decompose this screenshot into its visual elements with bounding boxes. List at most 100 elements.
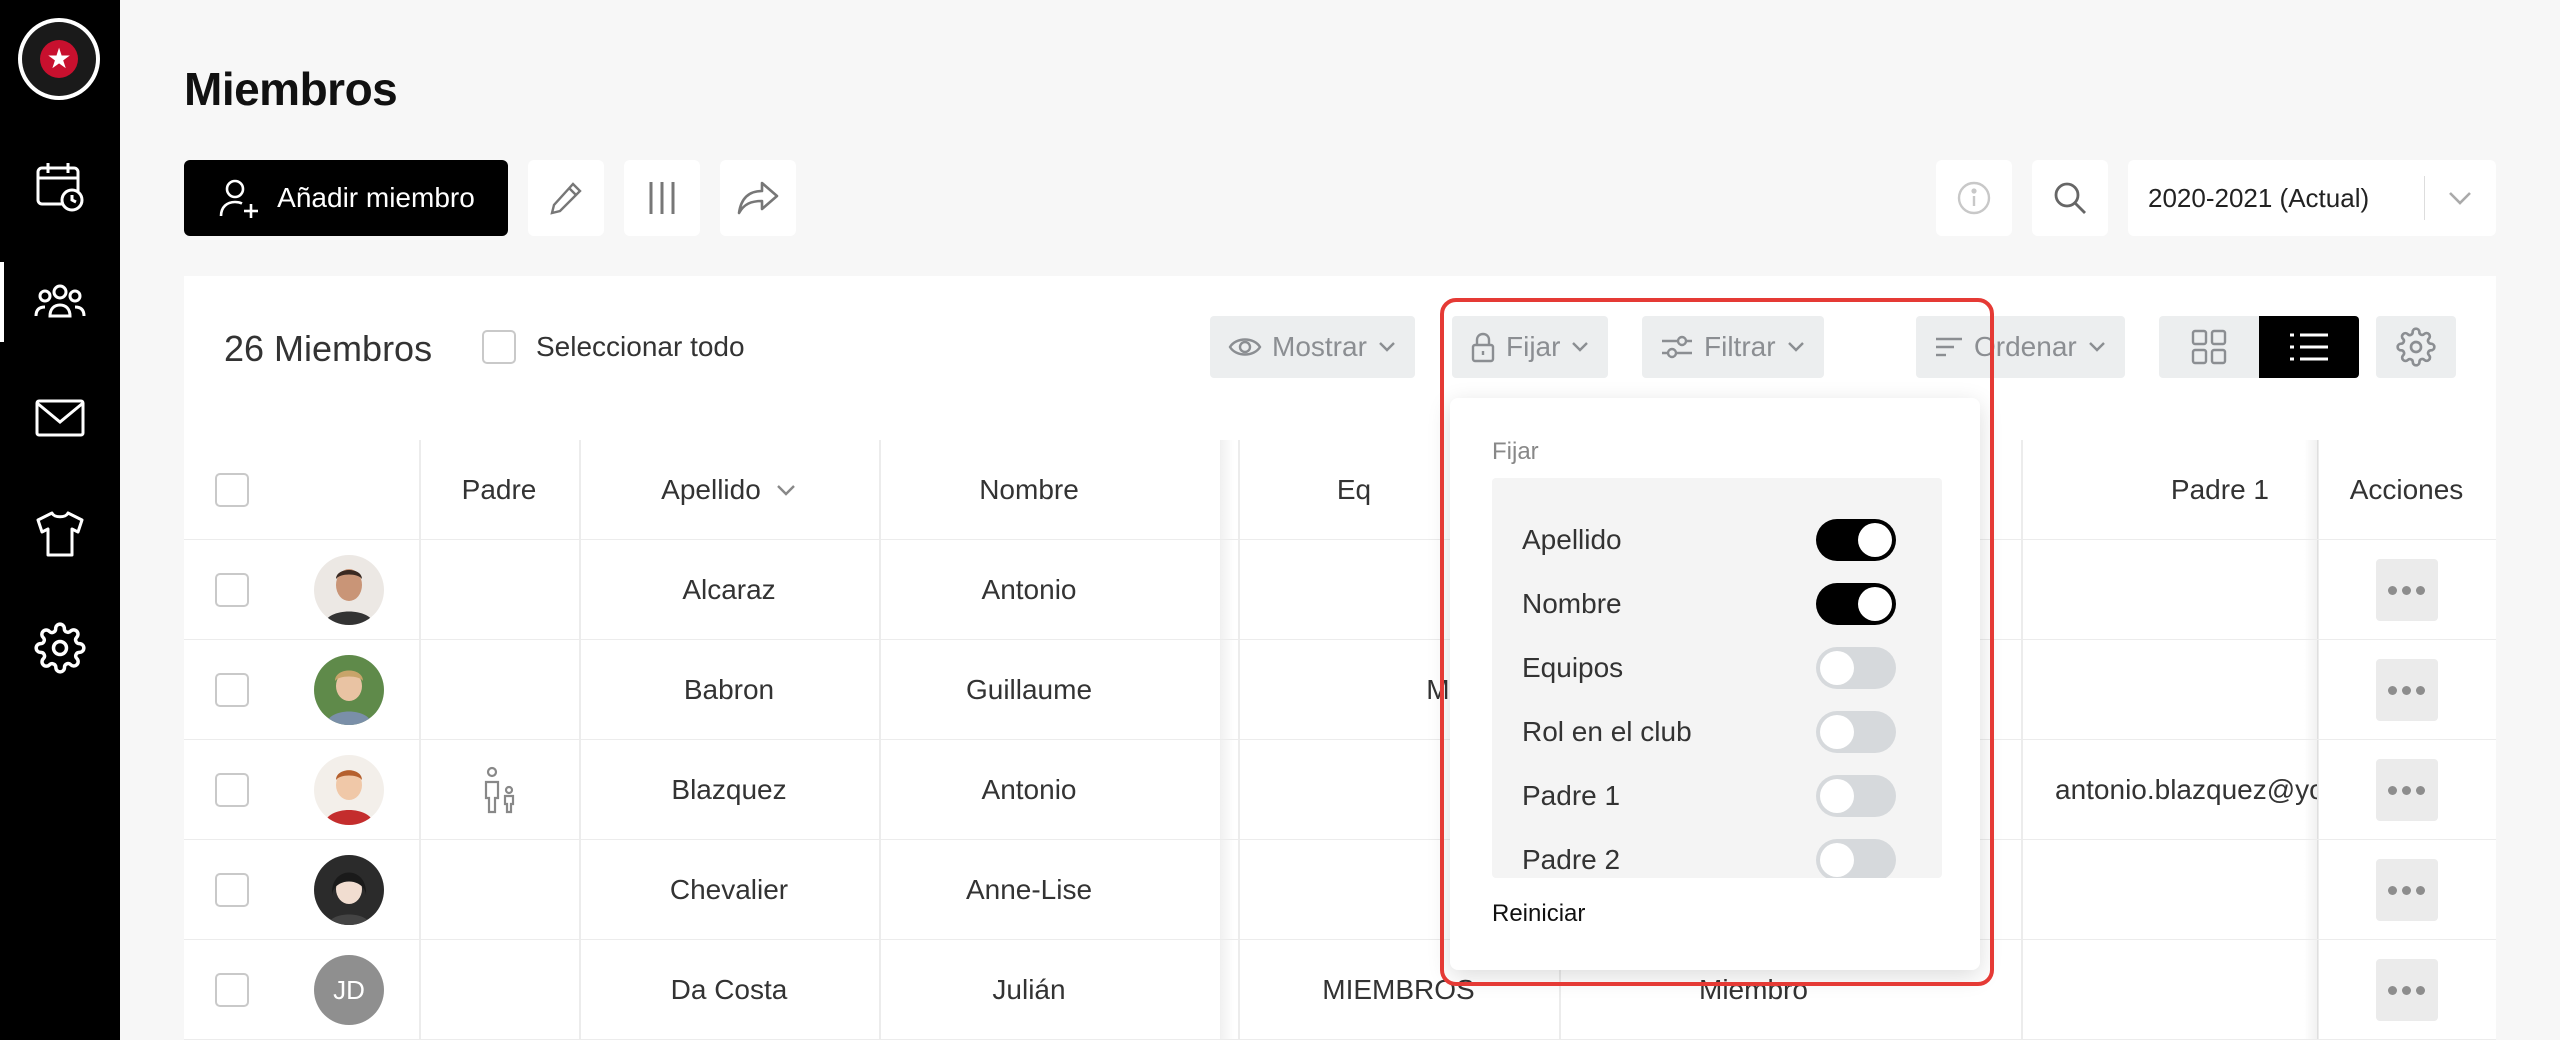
pin-option-apellido[interactable]: Apellido [1492, 508, 1942, 572]
pin-option-label: Padre 1 [1522, 780, 1621, 811]
row-actions-button[interactable] [2375, 959, 2438, 1021]
row-actions-button[interactable] [2375, 559, 2438, 621]
avatar [314, 855, 384, 925]
table-row[interactable]: Alcaraz Antonio MIE [184, 540, 2496, 640]
pin-option-padre2[interactable]: Padre 2 [1492, 828, 1942, 878]
pin-option-label: Padre 2 [1522, 844, 1621, 875]
avatar [314, 755, 384, 825]
pin-option-nombre[interactable]: Nombre [1492, 572, 1942, 636]
sidebar: ★ [0, 0, 120, 1040]
pin-toggle[interactable] [1816, 583, 1896, 625]
calendar-icon[interactable] [0, 146, 120, 226]
settings-icon[interactable] [0, 608, 120, 688]
columns-button[interactable] [624, 160, 700, 236]
column-teams[interactable]: Eq [1304, 440, 1404, 540]
last-name-cell: Babron [683, 674, 775, 705]
filter-dropdown[interactable]: Filtrar [1642, 316, 1824, 378]
search-button[interactable] [2032, 160, 2108, 236]
last-name-cell: Blazquez [671, 774, 787, 805]
edit-button[interactable] [528, 160, 604, 236]
add-member-label: Añadir miembro [277, 182, 475, 213]
first-name-cell: Anne-Lise [965, 874, 1093, 905]
chevron-down-icon [2088, 342, 2105, 352]
pin-toggle[interactable] [1816, 711, 1896, 753]
list-view-button[interactable] [2259, 316, 2359, 378]
avatar [314, 655, 384, 725]
row-checkbox[interactable] [215, 873, 249, 907]
season-select[interactable]: 2020-2021 (Actual) [2128, 160, 2496, 236]
select-all[interactable]: Seleccionar todo [482, 330, 745, 364]
grid-icon [2191, 329, 2227, 365]
pin-options-list: Apellido Nombre Equipos Rol en el club P… [1492, 478, 1942, 878]
pin-option-label: Nombre [1522, 588, 1622, 619]
columns-icon [649, 182, 675, 214]
reset-link[interactable]: Reiniciar [1492, 900, 1585, 928]
avatar [314, 555, 384, 625]
pencil-icon [550, 182, 582, 215]
pin-label: Fijar [1506, 331, 1561, 362]
row-checkbox[interactable] [215, 573, 249, 607]
pin-toggle[interactable] [1816, 839, 1896, 878]
row-checkbox[interactable] [215, 973, 249, 1007]
add-member-button[interactable]: Añadir miembro [184, 160, 508, 236]
share-button[interactable] [720, 160, 796, 236]
members-card: 26 Miembros Seleccionar todo Mostrar Fij… [184, 276, 2496, 1040]
sliders-icon [1662, 335, 1692, 359]
info-icon [1957, 181, 1991, 215]
header-checkbox[interactable] [215, 473, 249, 507]
row-actions-button[interactable] [2375, 859, 2438, 921]
select-all-label: Seleccionar todo [536, 331, 745, 362]
column-last-name[interactable]: Apellido [579, 440, 879, 540]
lock-icon [1471, 332, 1495, 363]
table-row[interactable]: Chevalier Anne-Lise MIE [184, 840, 2496, 940]
members-icon[interactable] [0, 262, 120, 342]
avatar: JD [314, 955, 384, 1025]
table-header: Padre Apellido Nombre Eq Padre 1 Accione… [184, 440, 2496, 540]
column-first-name[interactable]: Nombre [879, 440, 1179, 540]
members-table: Padre Apellido Nombre Eq Padre 1 Accione… [184, 440, 2496, 1040]
chevron-down-icon [1787, 342, 1804, 352]
select-all-checkbox[interactable] [482, 330, 516, 364]
table-settings-button[interactable] [2376, 316, 2456, 378]
parent-child-icon [484, 766, 515, 814]
mail-icon[interactable] [0, 378, 120, 458]
pin-option-equipos[interactable]: Equipos [1492, 636, 1942, 700]
chevron-down-icon [1572, 342, 1589, 352]
column-actions: Acciones [2349, 474, 2464, 505]
show-dropdown[interactable]: Mostrar [1210, 316, 1415, 378]
pin-option-label: Equipos [1522, 652, 1624, 683]
table-row[interactable]: Babron Guillaume MIEMB [184, 640, 2496, 740]
sort-label: Ordenar [1974, 331, 2077, 362]
row-checkbox[interactable] [215, 673, 249, 707]
info-button[interactable] [1936, 160, 2012, 236]
pin-dropdown[interactable]: Fijar [1452, 316, 1609, 378]
column-parent1[interactable]: Padre 1 [2021, 440, 2301, 540]
chevron-down-icon [776, 485, 795, 496]
pin-toggle[interactable] [1816, 647, 1896, 689]
row-actions-button[interactable] [2375, 759, 2438, 821]
sort-dropdown[interactable]: Ordenar [1916, 316, 2125, 378]
row-checkbox[interactable] [215, 773, 249, 807]
share-arrow-icon [737, 181, 779, 215]
pin-toggle[interactable] [1816, 775, 1896, 817]
pin-option-label: Rol en el club [1522, 716, 1692, 747]
pin-toggle[interactable] [1816, 519, 1896, 561]
chevron-down-icon [2425, 190, 2495, 206]
table-row[interactable]: JD Da Costa Julián MIEMBROS Miembro [184, 940, 2496, 1040]
season-value: 2020-2021 (Actual) [2148, 182, 2370, 213]
first-name-cell: Antonio [981, 574, 1077, 605]
chevron-down-icon [1379, 342, 1395, 352]
pin-option-rol[interactable]: Rol en el club [1492, 700, 1942, 764]
first-name-cell: Julián [992, 974, 1066, 1005]
last-name-cell: Chevalier [669, 874, 789, 905]
grid-view-button[interactable] [2159, 316, 2259, 378]
table-row[interactable]: Blazquez Antonio MIE antonio.blazquez@yo… [184, 740, 2496, 840]
jersey-icon[interactable] [0, 494, 120, 574]
row-actions-button[interactable] [2375, 659, 2438, 721]
main-content: Miembros Añadir miembro 2020-2021 (Actua… [120, 0, 2560, 1040]
pin-option-padre1[interactable]: Padre 1 [1492, 764, 1942, 828]
club-logo[interactable]: ★ [18, 18, 100, 100]
filter-label: Filtrar [1704, 331, 1776, 362]
add-user-icon [219, 179, 259, 218]
column-parent[interactable]: Padre [419, 440, 579, 540]
